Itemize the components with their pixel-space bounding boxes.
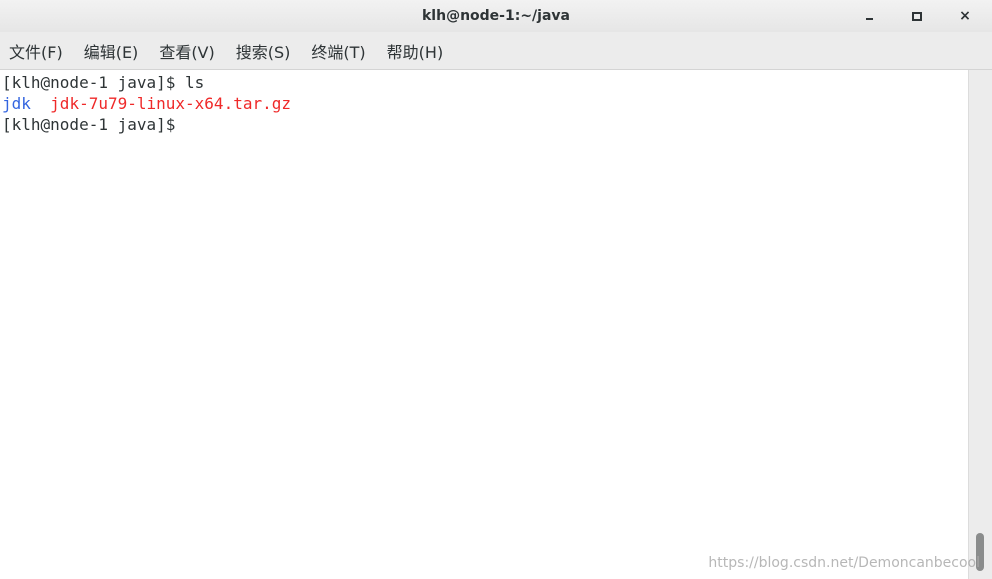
menu-edit[interactable]: 编辑(E) xyxy=(84,39,139,63)
menu-view[interactable]: 查看(V) xyxy=(159,39,214,63)
shell-prompt: [klh@node-1 java]$ xyxy=(2,73,186,92)
close-icon: × xyxy=(959,8,971,24)
menu-help[interactable]: 帮助(H) xyxy=(387,39,444,63)
shell-prompt: [klh@node-1 java]$ xyxy=(2,115,186,134)
minimize-button[interactable] xyxy=(852,4,886,28)
close-button[interactable]: × xyxy=(948,4,982,28)
maximize-icon xyxy=(912,11,922,21)
window-title: klh@node-1:~/java xyxy=(422,8,570,24)
minimize-icon xyxy=(865,18,873,20)
shell-command: ls xyxy=(185,73,205,92)
terminal-line: [klh@node-1 java]$ ls xyxy=(2,72,968,93)
terminal-line: jdk jdk-7u79-linux-x64.tar.gz xyxy=(2,93,968,114)
menu-terminal[interactable]: 终端(T) xyxy=(311,39,365,63)
title-bar[interactable]: klh@node-1:~/java × xyxy=(0,0,992,32)
terminal-output[interactable]: [klh@node-1 java]$ ls jdk jdk-7u79-linux… xyxy=(0,70,968,579)
menu-bar: 文件(F) 编辑(E) 查看(V) 搜索(S) 终端(T) 帮助(H) xyxy=(0,32,992,70)
entry-separator xyxy=(31,94,50,113)
terminal-window: klh@node-1:~/java × 文件(F) 编辑(E) 查看(V) 搜索… xyxy=(0,0,992,579)
watermark: https://blog.csdn.net/Demoncanbecool xyxy=(708,555,980,571)
maximize-button[interactable] xyxy=(900,4,934,28)
archive-entry: jdk-7u79-linux-x64.tar.gz xyxy=(50,94,291,113)
menu-file[interactable]: 文件(F) xyxy=(9,39,63,63)
terminal-line: [klh@node-1 java]$ xyxy=(2,114,968,135)
vertical-scrollbar[interactable] xyxy=(968,70,992,579)
menu-search[interactable]: 搜索(S) xyxy=(236,39,291,63)
window-controls: × xyxy=(838,0,982,32)
directory-entry: jdk xyxy=(2,94,31,113)
